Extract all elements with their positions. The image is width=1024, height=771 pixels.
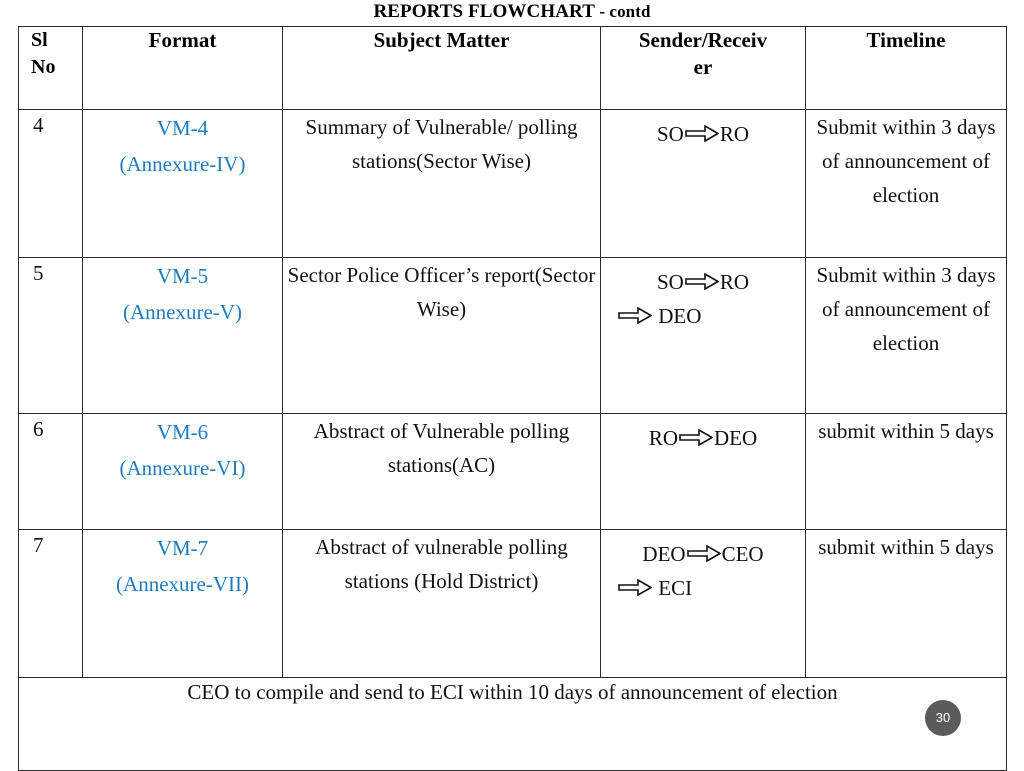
sender-receiver-line2: er [693, 55, 713, 79]
cell-format: VM-6 (Annexure-VI) [82, 413, 283, 530]
cell-subject-matter: Sector Police Officer’s report(Sector Wi… [282, 257, 601, 414]
sender-to: RO [719, 122, 750, 146]
cell-format: VM-4 (Annexure-IV) [82, 109, 283, 258]
cell-sender-receiver: DEO CEO ECI [600, 529, 806, 678]
sender-receiver-line1: Sender/Receiv [638, 28, 768, 52]
cell-sl-no: 4 [18, 109, 83, 258]
format-code: VM-4 [156, 116, 209, 140]
table-row: 4 VM-4 (Annexure-IV) Summary of Vulnerab… [18, 109, 1007, 258]
format-annexure: (Annexure-IV) [119, 152, 246, 176]
sender-flow-line-1: RO DEO [601, 421, 805, 455]
column-header-sender-receiver: Sender/Receiv er [600, 26, 806, 110]
sender-flow-line-1: SO RO [601, 117, 805, 151]
sender-flow-line-2: DEO [601, 299, 805, 333]
cell-timeline: Submit within 3 days of announcement of … [805, 257, 1007, 414]
cell-format: VM-7 (Annexure-VII) [82, 529, 283, 678]
sender-flow-line-1: SO RO [601, 265, 805, 299]
cell-timeline: submit within 5 days [805, 529, 1007, 678]
cell-sender-receiver: SO RO [600, 109, 806, 258]
format-annexure: (Annexure-V) [123, 300, 242, 324]
page-title-suffix: - contd [594, 2, 651, 21]
table-footer-row: CEO to compile and send to ECI within 10… [18, 677, 1007, 771]
sl-no-line2: No [31, 56, 56, 78]
sender-from: RO [648, 426, 678, 450]
format-code: VM-5 [156, 264, 209, 288]
page-number-badge: 30 [925, 700, 961, 736]
cell-format: VM-5 (Annexure-V) [82, 257, 283, 414]
sender-from: SO [656, 122, 684, 146]
cell-timeline: Submit within 3 days of announcement of … [805, 109, 1007, 258]
format-code: VM-7 [156, 536, 209, 560]
page-title: REPORTS FLOWCHART - contd [0, 1, 1024, 22]
right-arrow-icon [618, 579, 652, 596]
cell-sender-receiver: RO DEO [600, 413, 806, 530]
right-arrow-icon [679, 429, 713, 446]
sender-to: CEO [721, 542, 764, 566]
cell-sl-no: 5 [18, 257, 83, 414]
format-annexure: (Annexure-VI) [119, 456, 246, 480]
cell-timeline: submit within 5 days [805, 413, 1007, 530]
slide-canvas: REPORTS FLOWCHART - contd Sl No Format S… [0, 0, 1024, 771]
sender-to: DEO [658, 304, 702, 328]
cell-subject-matter: Abstract of vulnerable polling stations … [282, 529, 601, 678]
sl-no-line1: Sl [31, 29, 48, 51]
column-header-subject-matter: Subject Matter [282, 26, 601, 110]
cell-subject-matter: Summary of Vulnerable/ polling stations(… [282, 109, 601, 258]
format-annexure: (Annexure-VII) [116, 572, 249, 596]
column-header-timeline: Timeline [805, 26, 1007, 110]
footer-note: CEO to compile and send to ECI within 10… [18, 677, 1007, 771]
reports-flowchart-table: Sl No Format Subject Matter Sender/Recei… [18, 26, 1007, 771]
sender-to: ECI [658, 576, 693, 600]
page-title-main: REPORTS FLOWCHART [373, 1, 595, 22]
sender-flow-line-1: DEO CEO [601, 537, 805, 571]
sender-to: DEO [714, 426, 758, 450]
cell-sl-no: 6 [18, 413, 83, 530]
cell-sl-no: 7 [18, 529, 83, 678]
table-row: 5 VM-5 (Annexure-V) Sector Police Office… [18, 257, 1007, 414]
cell-sender-receiver: SO RO DEO [600, 257, 806, 414]
right-arrow-icon [685, 273, 719, 290]
column-header-format: Format [82, 26, 283, 110]
right-arrow-icon [686, 545, 721, 562]
table-header-row: Sl No Format Subject Matter Sender/Recei… [18, 26, 1007, 110]
sender-to: RO [719, 270, 750, 294]
table-row: 6 VM-6 (Annexure-VI) Abstract of Vulnera… [18, 413, 1007, 530]
sender-flow-line-2: ECI [601, 571, 805, 605]
sender-from: DEO [642, 542, 686, 566]
format-code: VM-6 [156, 420, 209, 444]
sender-from: SO [656, 270, 684, 294]
right-arrow-icon [618, 307, 652, 324]
column-header-sl-no: Sl No [18, 26, 83, 110]
table-row: 7 VM-7 (Annexure-VII) Abstract of vulner… [18, 529, 1007, 678]
cell-subject-matter: Abstract of Vulnerable polling stations(… [282, 413, 601, 530]
right-arrow-icon [685, 125, 719, 142]
